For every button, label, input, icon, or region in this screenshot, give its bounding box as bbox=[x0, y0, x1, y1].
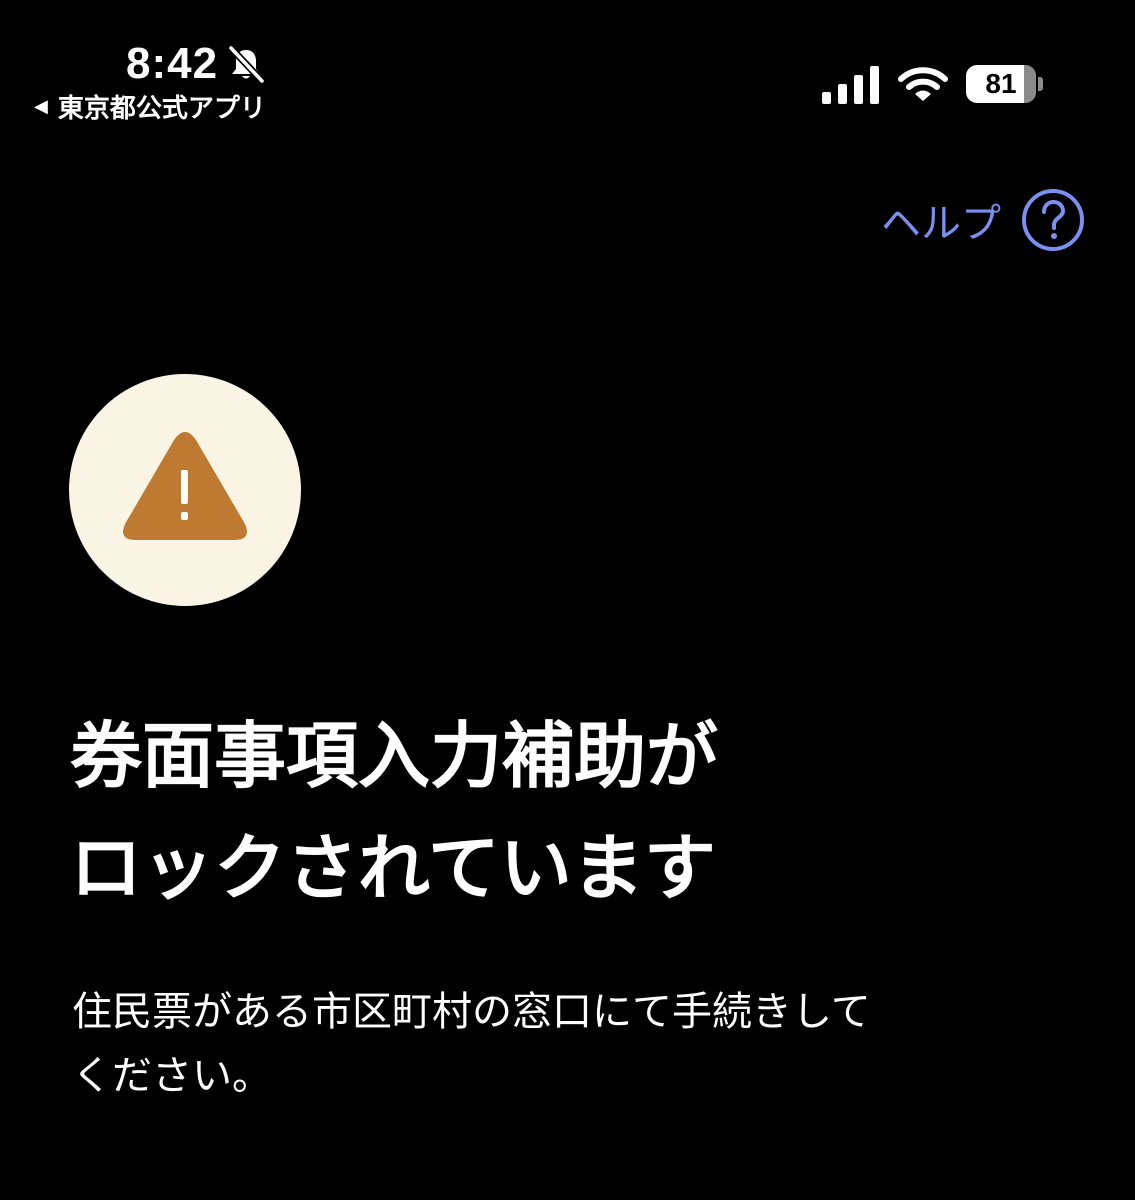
help-label: ヘルプ bbox=[881, 201, 1001, 247]
time-group: 8:42 bbox=[126, 38, 266, 90]
back-to-app-link[interactable]: ◀ 東京都公式アプリ bbox=[34, 88, 266, 124]
cellular-signal-icon bbox=[822, 66, 879, 104]
bell-slash-icon bbox=[227, 44, 266, 84]
battery-indicator: 81 bbox=[966, 65, 1043, 103]
question-circle-icon bbox=[1022, 189, 1084, 251]
status-indicators: 81 bbox=[822, 62, 1043, 106]
battery-nub bbox=[1038, 77, 1043, 91]
warning-triangle-icon bbox=[123, 432, 247, 540]
back-triangle-icon: ◀ bbox=[34, 95, 48, 117]
message-line: 住民票がある市区町村の窓口にて手続きして bbox=[72, 989, 871, 1035]
lock-title: 券面事項入力補助が ロックされています bbox=[70, 700, 1070, 924]
wifi-icon bbox=[898, 67, 948, 101]
status-bar: 8:42 ◀ 東京都公式アプリ 81 bbox=[0, 0, 1135, 130]
lock-message: 住民票がある市区町村の窓口にて手続きして ください。 bbox=[72, 980, 1082, 1108]
back-app-name: 東京都公式アプリ bbox=[57, 93, 266, 124]
battery-body: 81 bbox=[966, 65, 1036, 103]
help-button[interactable]: ヘルプ bbox=[881, 188, 1085, 252]
title-line: 券面事項入力補助が bbox=[70, 714, 719, 798]
message-line: ください。 bbox=[72, 1053, 272, 1099]
battery-level: 81 bbox=[985, 68, 1017, 99]
title-line: ロックされています bbox=[70, 826, 716, 910]
alert-badge bbox=[69, 374, 301, 606]
clock-time: 8:42 bbox=[126, 39, 219, 88]
